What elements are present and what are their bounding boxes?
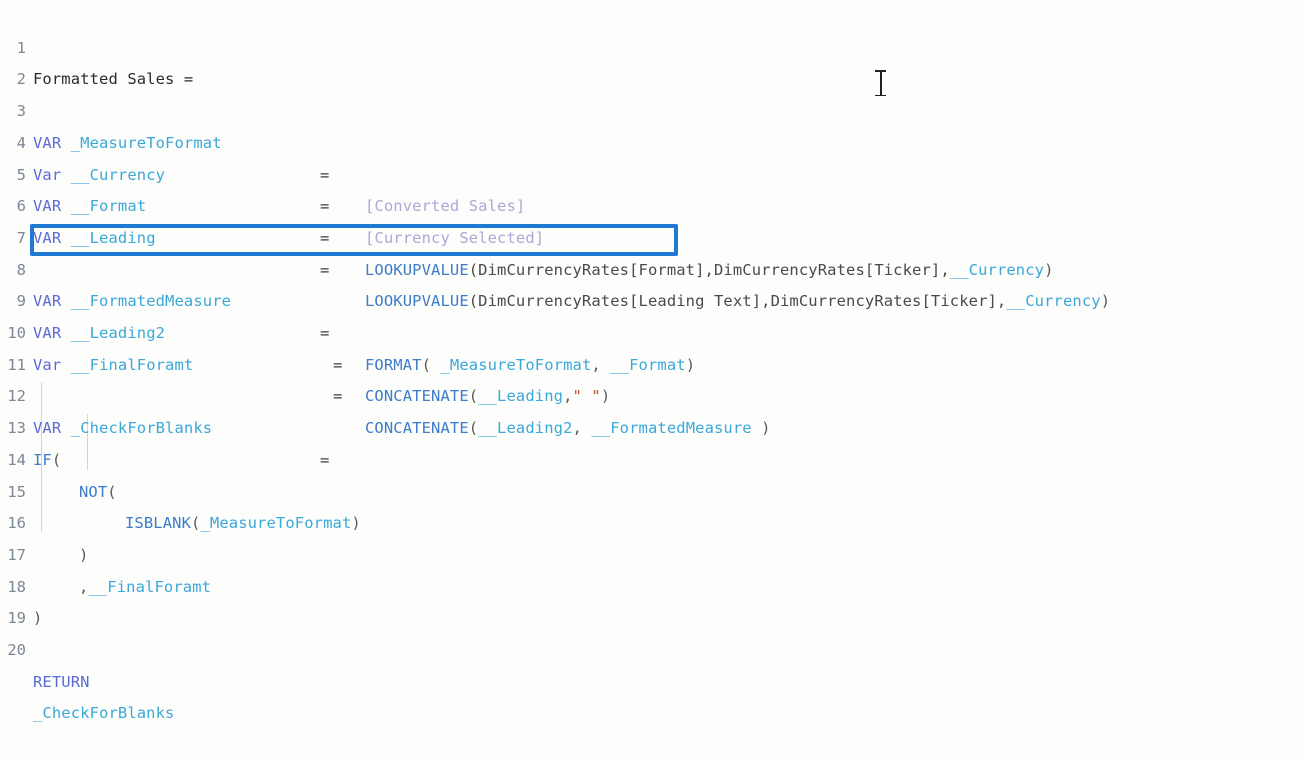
return-variable-reference: _CheckForBlanks (33, 704, 175, 723)
dax-formula-editor[interactable]: 1 Formatted Sales = 2 VAR _MeasureToForm… (0, 0, 1304, 722)
code-line-3[interactable]: 3 Var __Currency = [Currency Selected] (0, 64, 1304, 247)
code-line-1[interactable]: 1 Formatted Sales = (0, 1, 1304, 89)
code-line-19[interactable]: 19 RETURN (0, 572, 1304, 690)
code-line-20[interactable]: 20 _CheckForBlanks (0, 603, 1304, 722)
code-line-13[interactable]: 13 NOT( (0, 381, 1304, 500)
code-line-17[interactable]: 17 ) (0, 508, 1304, 627)
code-line-10[interactable]: 10 (0, 286, 1304, 342)
code-line-18[interactable]: 18 (0, 540, 1304, 596)
code-line-16[interactable]: 16 ,__FinalForamt (0, 477, 1304, 595)
code-line-4[interactable]: 4 VAR __Format = LOOKUPVALUE(DimCurrency… (0, 96, 1304, 279)
code-line-6[interactable]: 6 (0, 160, 1304, 215)
code-line-5[interactable]: 5 VAR __Leading = LOOKUPVALUE(DimCurrenc… (0, 128, 1304, 311)
code-line-11[interactable]: 11 VAR _CheckForBlanks = (0, 318, 1304, 469)
line-number-20: 20 (7, 641, 26, 659)
code-line-14[interactable]: 14 ISBLANK(_MeasureToFormat) (0, 413, 1304, 532)
code-line-8[interactable]: 8 VAR __Leading2 = CONCATENATE(__Leading… (0, 223, 1304, 406)
code-line-15[interactable]: 15 ) (0, 445, 1304, 564)
code-line-9[interactable]: 9 Var __FinalForamt = CONCATENATE(__Lead… (0, 255, 1304, 437)
code-line-12[interactable]: 12 IF( (0, 350, 1304, 468)
code-line-2[interactable]: 2 VAR _MeasureToFormat = [Converted Sale… (0, 33, 1304, 215)
code-line-7[interactable]: 7 VAR __FormatedMeasure = FORMAT( _Measu… (0, 191, 1304, 374)
